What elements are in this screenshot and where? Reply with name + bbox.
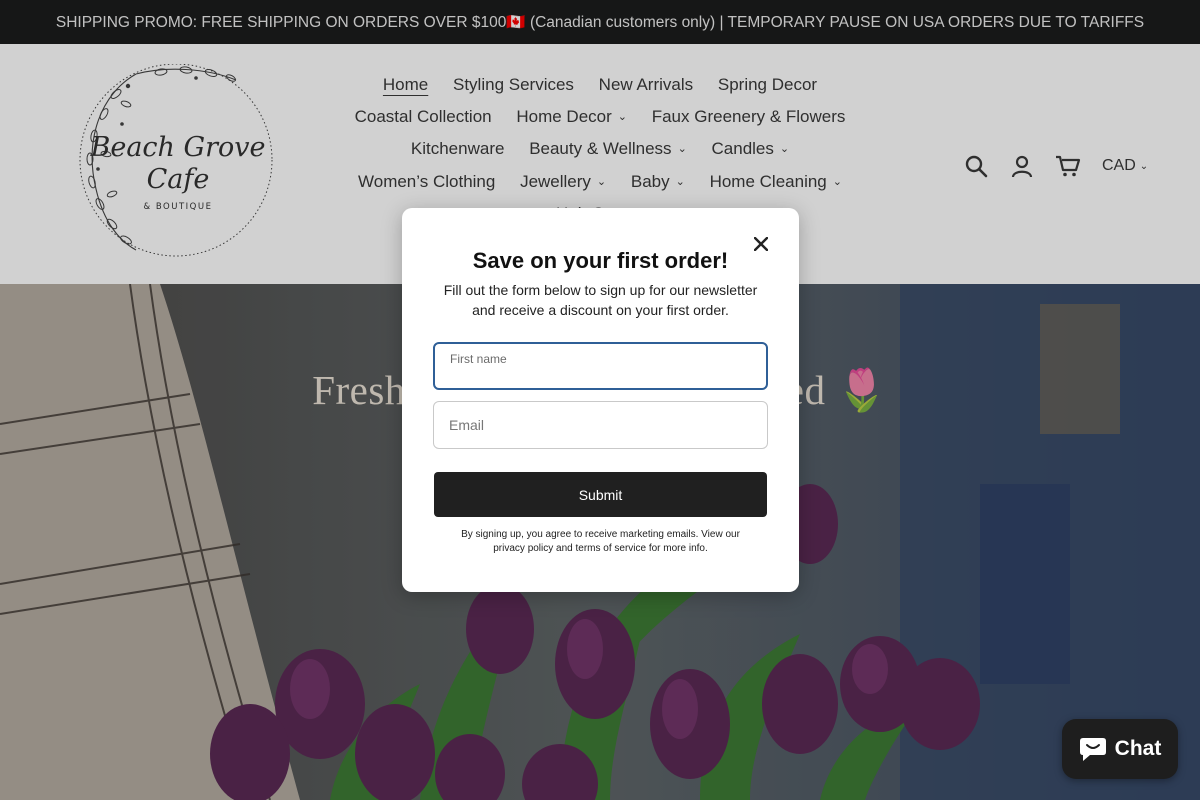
- chat-label: Chat: [1114, 737, 1162, 760]
- consent-text: By signing up, you agree to receive mark…: [461, 529, 740, 554]
- chat-bubble-icon: [1079, 738, 1106, 761]
- email-label: Email: [449, 417, 485, 433]
- popup-title: Save on your first order!: [472, 248, 729, 273]
- email-field[interactable]: Email: [433, 401, 768, 449]
- submit-button[interactable]: Submit: [434, 472, 767, 517]
- first-name-field[interactable]: First name: [433, 342, 768, 390]
- newsletter-popup: Save on your first order! Fill out the f…: [402, 208, 799, 592]
- chat-button[interactable]: Chat: [1062, 719, 1178, 779]
- first-name-label: First name: [450, 352, 507, 366]
- popup-subtitle: Fill out the form below to sign up for o…: [443, 282, 758, 318]
